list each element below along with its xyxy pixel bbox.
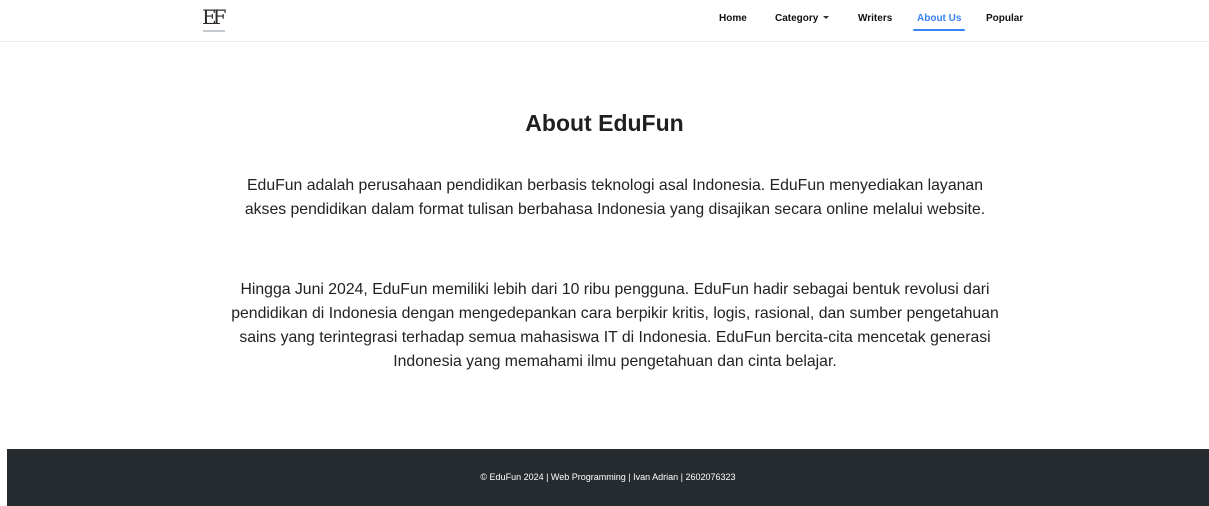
nav-item-writers[interactable]: Writers [858, 12, 892, 26]
about-paragraph-1: EduFun adalah perusahaan pendidikan berb… [244, 177, 986, 218]
nav-item-popular[interactable]: Popular [986, 12, 1023, 26]
nav-item-category[interactable]: Category [775, 12, 830, 26]
about-paragraph-2: Hingga Juni 2024, EduFun memiliki lebih … [231, 281, 999, 370]
footer-copyright: © EduFun 2024 | Web Programming | Ivan A… [480, 472, 736, 482]
main-nav: Home Category Writers About Us Popular [0, 0, 1209, 41]
nav-item-home[interactable]: Home [719, 12, 747, 26]
main-content: About EduFun EduFun adalah perusahaan pe… [0, 42, 1209, 448]
footer: © EduFun 2024 | Web Programming | Ivan A… [7, 449, 1209, 506]
nav-item-about-us[interactable]: About Us [912, 12, 966, 31]
nav-item-category-label: Category [775, 13, 819, 24]
chevron-down-icon [823, 15, 830, 19]
page-title: About EduFun [525, 110, 684, 136]
navbar: EF Home Category Writers About Us Popula… [0, 0, 1209, 42]
